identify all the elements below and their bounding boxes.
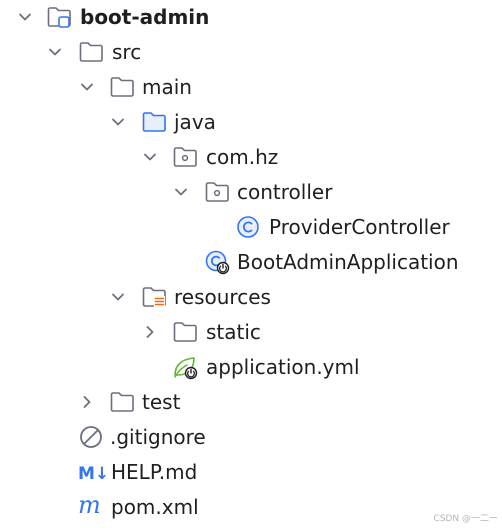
tree-node-label: application.yml xyxy=(206,355,360,379)
folder-icon xyxy=(110,392,134,412)
tree-node-label: .gitignore xyxy=(110,425,206,449)
chevron-down-icon[interactable] xyxy=(142,149,158,165)
folder-icon xyxy=(110,77,134,97)
tree-node-label: boot-admin xyxy=(80,5,210,29)
tree-node-label: static xyxy=(206,320,261,344)
markdown-icon: M↓ xyxy=(78,464,108,484)
tree-node-main[interactable]: main xyxy=(0,70,502,105)
tree-node-controller[interactable]: controller xyxy=(0,175,502,210)
tree-node-label: ProviderController xyxy=(269,215,450,239)
spring-boot-class-icon xyxy=(205,250,230,275)
chevron-right-icon[interactable] xyxy=(79,394,95,410)
tree-node-label: resources xyxy=(174,285,271,309)
tree-node-java[interactable]: java xyxy=(0,105,502,140)
module-folder-icon xyxy=(47,7,71,28)
tree-node-label: com.hz xyxy=(206,145,279,169)
spring-config-icon xyxy=(174,357,198,380)
package-icon xyxy=(205,182,229,202)
tree-node-boot-admin[interactable]: boot-admin xyxy=(0,0,502,35)
folder-icon xyxy=(173,322,197,342)
tree-node-gitignore[interactable]: .gitignore xyxy=(0,420,502,455)
tree-node-label: pom.xml xyxy=(111,495,199,519)
project-tree: boot-admin src main java com.hz controll… xyxy=(0,0,502,530)
package-icon xyxy=(173,147,197,167)
tree-node-application-yml[interactable]: application.yml xyxy=(0,350,502,385)
source-folder-icon xyxy=(142,112,166,132)
chevron-down-icon[interactable] xyxy=(173,184,189,200)
java-class-icon xyxy=(237,216,259,238)
markdown-icon-text: M↓ xyxy=(78,464,108,484)
tree-node-help-md[interactable]: M↓ HELP.md xyxy=(0,455,502,490)
tree-node-test[interactable]: test xyxy=(0,385,502,420)
tree-node-resources[interactable]: resources xyxy=(0,280,502,315)
tree-node-provider-controller[interactable]: ProviderController xyxy=(0,210,502,245)
folder-icon xyxy=(79,42,103,62)
chevron-right-icon[interactable] xyxy=(142,324,158,340)
tree-node-pom-xml[interactable]: m pom.xml xyxy=(0,490,502,525)
tree-node-com-hz[interactable]: com.hz xyxy=(0,140,502,175)
tree-node-label: BootAdminApplication xyxy=(237,250,459,274)
watermark: CSDN @一二ー xyxy=(433,514,498,524)
tree-node-label: controller xyxy=(237,180,333,204)
chevron-down-icon[interactable] xyxy=(79,79,95,95)
tree-node-label: HELP.md xyxy=(111,460,198,484)
tree-node-boot-admin-application[interactable]: BootAdminApplication xyxy=(0,245,502,280)
ignored-file-icon xyxy=(80,426,102,448)
chevron-down-icon[interactable] xyxy=(110,289,126,305)
resources-folder-icon xyxy=(142,287,166,307)
tree-node-src[interactable]: src xyxy=(0,35,502,70)
chevron-down-icon[interactable] xyxy=(17,9,33,25)
maven-icon: m xyxy=(78,494,101,519)
tree-node-label: java xyxy=(174,110,216,134)
chevron-down-icon[interactable] xyxy=(110,114,126,130)
tree-node-label: test xyxy=(142,390,181,414)
tree-node-static[interactable]: static xyxy=(0,315,502,350)
tree-node-label: main xyxy=(142,75,192,99)
tree-node-label: src xyxy=(112,40,142,64)
chevron-down-icon[interactable] xyxy=(47,44,63,60)
maven-icon-text: m xyxy=(78,494,101,519)
